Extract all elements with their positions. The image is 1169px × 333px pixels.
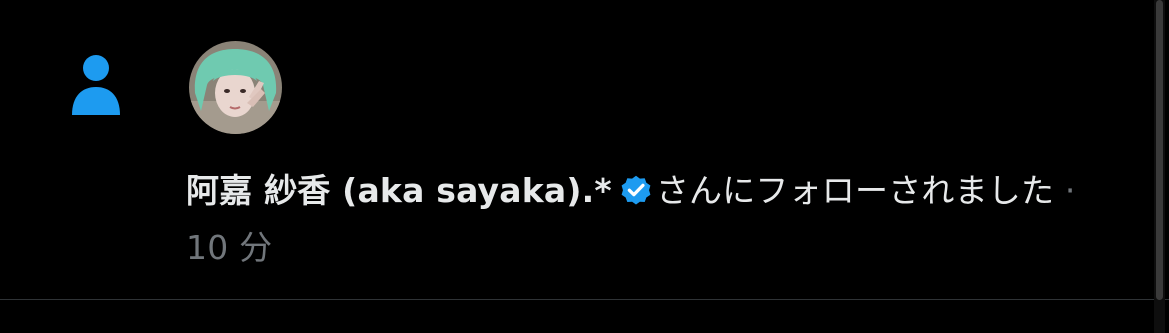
separator-dot: · bbox=[1054, 171, 1076, 210]
verified-badge-icon bbox=[618, 168, 654, 205]
scrollbar-thumb[interactable] bbox=[1156, 0, 1163, 300]
person-icon bbox=[70, 54, 122, 116]
follow-notification[interactable]: 阿嘉 紗香 (aka sayaka).* さんにフォローされました · 10 分 bbox=[0, 0, 1169, 300]
divider bbox=[0, 299, 1169, 300]
scrollbar[interactable] bbox=[1154, 0, 1165, 333]
action-text: さんにフォローされました bbox=[655, 171, 1055, 210]
user-avatar[interactable] bbox=[189, 41, 282, 134]
timestamp[interactable]: 10 分 bbox=[186, 228, 272, 267]
user-name-link[interactable]: 阿嘉 紗香 (aka sayaka).* bbox=[186, 171, 612, 210]
notification-message: 阿嘉 紗香 (aka sayaka).* さんにフォローされました · 10 分 bbox=[186, 162, 1126, 276]
